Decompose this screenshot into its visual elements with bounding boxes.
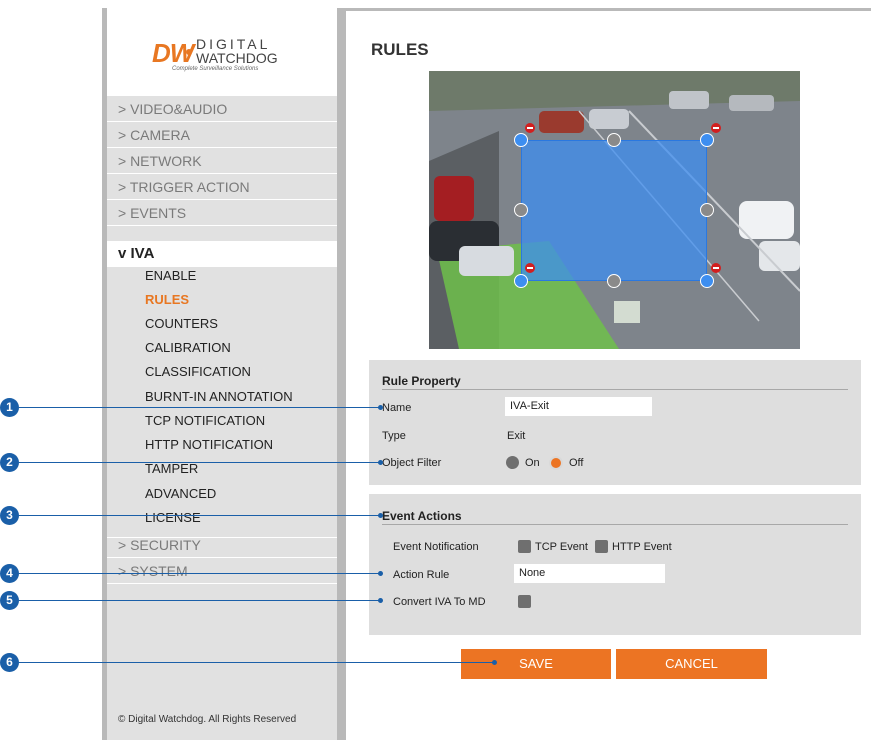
sub-tcp-notification[interactable]: TCP NOTIFICATION: [145, 409, 265, 433]
save-button[interactable]: SAVE: [461, 649, 611, 679]
event-notification-label: Event Notification: [393, 541, 479, 553]
callout-dot-5: [378, 598, 383, 603]
tcp-event-checkbox[interactable]: [518, 540, 531, 553]
nav-security[interactable]: > SECURITY: [107, 532, 337, 558]
remove-vertex-icon[interactable]: [525, 123, 535, 133]
sidebar: DW DIGITAL WATCHDOG Complete Surveillanc…: [107, 8, 337, 740]
zone-handle-top-left[interactable]: [514, 133, 528, 147]
action-rule-field[interactable]: None: [514, 564, 665, 583]
nav-video-audio[interactable]: > VIDEO&AUDIO: [107, 96, 337, 122]
callout-line-1: [19, 407, 380, 408]
object-filter-on-label: On: [525, 457, 540, 469]
sub-counters[interactable]: COUNTERS: [145, 312, 218, 336]
callout-dot-2: [378, 460, 383, 465]
convert-iva-to-md-checkbox[interactable]: [518, 595, 531, 608]
cancel-button[interactable]: CANCEL: [616, 649, 767, 679]
top-border: [346, 8, 871, 11]
object-filter-on-radio[interactable]: [506, 456, 519, 469]
callout-badge-3: 3: [0, 506, 19, 525]
name-label: Name: [382, 402, 412, 414]
callout-dot-4: [378, 571, 383, 576]
object-filter-label: Object Filter: [382, 457, 442, 469]
rule-property-heading: Rule Property: [382, 374, 461, 388]
action-rule-label: Action Rule: [393, 569, 450, 581]
logo-box: DW DIGITAL WATCHDOG Complete Surveillanc…: [107, 8, 337, 96]
zone-handle-bottom-right[interactable]: [700, 274, 714, 288]
sub-calibration[interactable]: CALIBRATION: [145, 336, 231, 360]
type-label: Type: [382, 430, 406, 442]
name-field[interactable]: IVA-Exit: [505, 397, 652, 416]
object-filter-off-label: Off: [569, 457, 584, 469]
callout-line-5: [19, 600, 380, 601]
callout-dot-1: [378, 405, 383, 410]
type-value: Exit: [507, 430, 526, 442]
sub-advanced[interactable]: ADVANCED: [145, 482, 216, 506]
callout-line-6: [19, 662, 494, 663]
event-actions-heading: Event Actions: [382, 509, 462, 523]
nav-trigger-action[interactable]: > TRIGGER ACTION: [107, 174, 337, 200]
callout-badge-4: 4: [0, 564, 19, 583]
zone-handle-top-middle[interactable]: [607, 133, 621, 147]
callout-line-3: [19, 515, 380, 516]
zone-handle-top-right[interactable]: [700, 133, 714, 147]
callout-dot-6: [492, 660, 497, 665]
sub-classification[interactable]: CLASSIFICATION: [145, 360, 251, 384]
http-event-checkbox[interactable]: [595, 540, 608, 553]
detection-zone[interactable]: [521, 140, 707, 281]
callout-badge-6: 6: [0, 653, 19, 672]
sub-license[interactable]: LICENSE: [145, 506, 201, 530]
callout-line-2: [19, 462, 380, 463]
logo-dot: [186, 49, 192, 55]
nav-events[interactable]: > EVENTS: [107, 200, 337, 226]
digital-watchdog-logo: DW DIGITAL WATCHDOG Complete Surveillanc…: [152, 36, 302, 76]
sub-rules[interactable]: RULES: [145, 288, 189, 312]
zone-handle-bottom-left[interactable]: [514, 274, 528, 288]
panel-divider: [382, 524, 848, 525]
zone-handle-middle-left[interactable]: [514, 203, 528, 217]
panel-divider: [382, 389, 848, 390]
convert-iva-to-md-label: Convert IVA To MD: [393, 596, 486, 608]
page-title: RULES: [371, 40, 429, 59]
zone-handle-middle-right[interactable]: [700, 203, 714, 217]
logo-tagline: Complete Surveillance Solutions: [172, 66, 259, 72]
nav-network[interactable]: > NETWORK: [107, 148, 337, 174]
nav-iva[interactable]: v IVA: [107, 241, 337, 267]
callout-line-4: [19, 573, 380, 574]
remove-vertex-icon[interactable]: [711, 123, 721, 133]
sub-tamper[interactable]: TAMPER: [145, 457, 198, 481]
rule-property-panel: Rule Property Name IVA-Exit Type Exit Ob…: [369, 360, 861, 485]
callout-badge-2: 2: [0, 453, 19, 472]
object-filter-off-radio[interactable]: [549, 456, 563, 470]
remove-vertex-icon[interactable]: [525, 263, 535, 273]
callout-badge-1: 1: [0, 398, 19, 417]
sub-burnt-in-annotation[interactable]: BURNT-IN ANNOTATION: [145, 385, 293, 409]
callout-dot-3: [378, 513, 383, 518]
http-event-label: HTTP Event: [612, 541, 672, 553]
callout-badge-5: 5: [0, 591, 19, 610]
zone-handle-bottom-middle[interactable]: [607, 274, 621, 288]
camera-view[interactable]: [429, 71, 800, 349]
event-actions-panel: Event Actions Event Notification TCP Eve…: [369, 494, 861, 635]
remove-vertex-icon[interactable]: [711, 263, 721, 273]
sidebar-border-right: [337, 8, 346, 740]
nav-camera[interactable]: > CAMERA: [107, 122, 337, 148]
tcp-event-label: TCP Event: [535, 541, 588, 553]
copyright-text: © Digital Watchdog. All Rights Reserved: [118, 714, 297, 725]
sub-http-notification[interactable]: HTTP NOTIFICATION: [145, 433, 273, 457]
sub-enable[interactable]: ENABLE: [145, 264, 196, 288]
nav-system[interactable]: > SYSTEM: [107, 558, 337, 584]
logo-line2: WATCHDOG: [196, 50, 278, 66]
